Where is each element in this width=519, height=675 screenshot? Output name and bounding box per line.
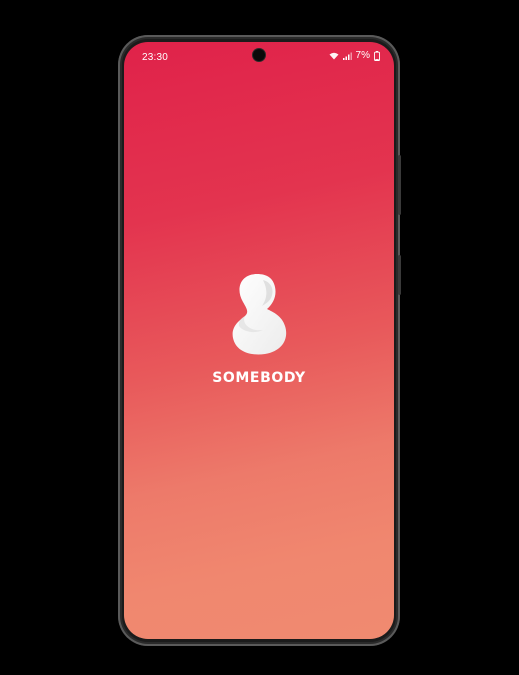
front-camera bbox=[253, 49, 265, 61]
battery-icon bbox=[374, 50, 380, 61]
brand-block: SOMEBODY bbox=[124, 272, 394, 386]
signal-icon bbox=[342, 52, 352, 60]
battery-percent: 7% bbox=[355, 50, 370, 61]
status-time: 23:30 bbox=[142, 52, 169, 63]
status-icons: 7% bbox=[329, 50, 380, 61]
volume-button bbox=[398, 155, 401, 215]
app-name: SOMEBODY bbox=[212, 370, 306, 386]
splash-screen: 23:30 7% SOMEBODY bbox=[124, 42, 394, 639]
status-bar: 23:30 7% bbox=[124, 42, 394, 70]
wifi-icon bbox=[329, 52, 339, 60]
somebody-logo-icon bbox=[232, 274, 287, 355]
power-button bbox=[398, 255, 401, 295]
